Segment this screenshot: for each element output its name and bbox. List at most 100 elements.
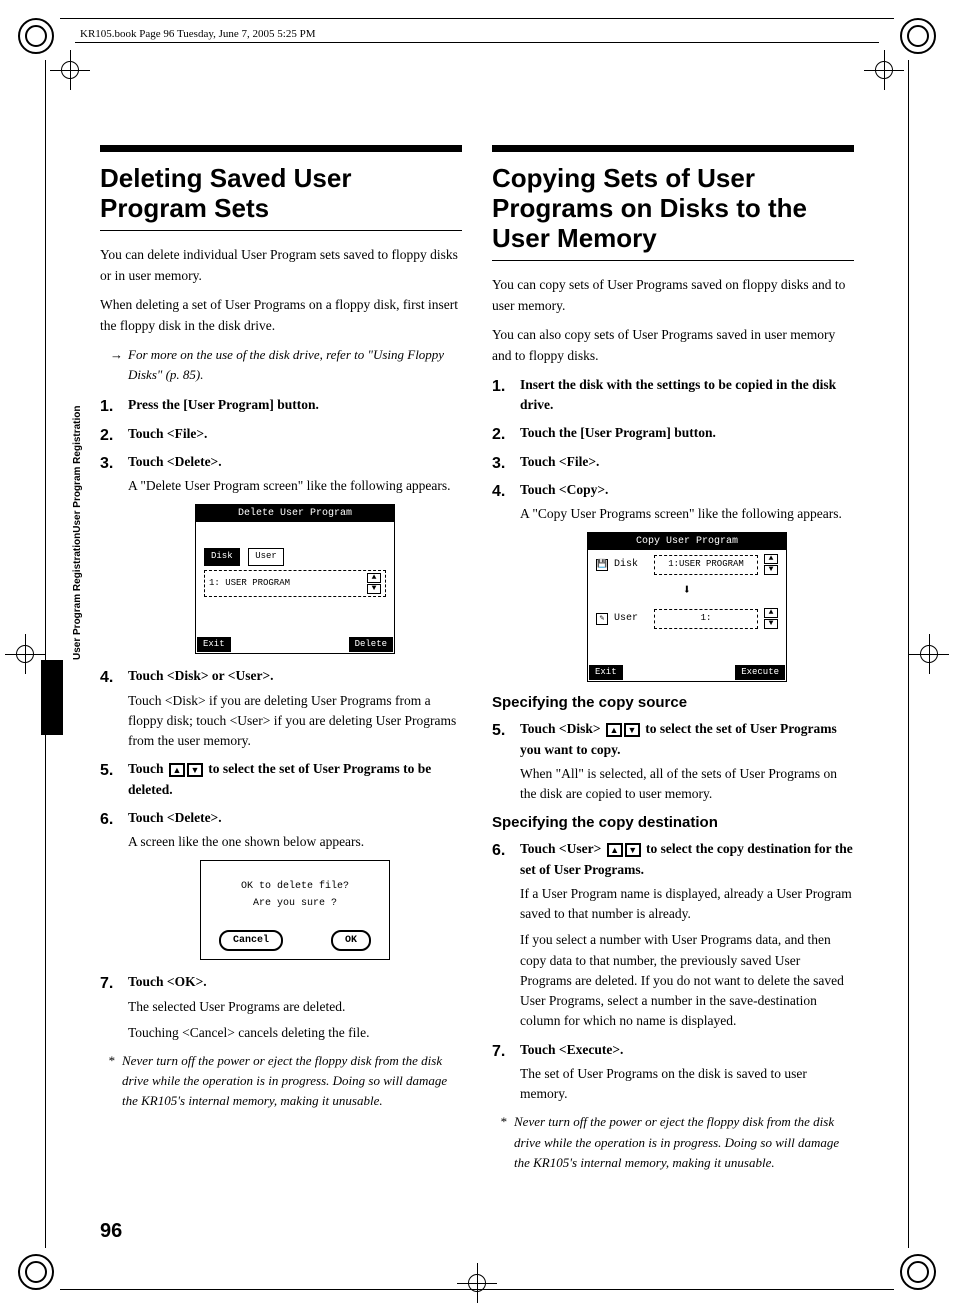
- subsection-heading: Specifying the copy source: [492, 694, 854, 711]
- left-column: Deleting Saved User Program Sets You can…: [100, 145, 462, 1181]
- step-text: Touch ▲▼ to select the set of User Progr…: [128, 759, 462, 800]
- down-arrow-icon: ⬇: [588, 579, 786, 604]
- rule: [492, 145, 854, 152]
- lcd-row-label: User: [614, 611, 648, 626]
- lcd-screenshot-delete: Delete User Program Disk User 1: USER PR…: [195, 504, 395, 654]
- lcd-screenshot-copy: Copy User Program 💾 Disk 1:USER PROGRAM …: [587, 532, 787, 682]
- step-text-part: Touch <Disk>: [520, 721, 604, 736]
- lcd-tab-user: User: [248, 548, 284, 566]
- step-item: Touch the [User Program] button.: [492, 423, 854, 443]
- lcd-row-value: 1:: [654, 609, 758, 629]
- step-body: When "All" is selected, all of the sets …: [520, 764, 854, 805]
- step-item: Touch ▲▼ to select the set of User Progr…: [100, 759, 462, 800]
- lcd-cancel-button: Cancel: [219, 930, 283, 951]
- step-list: Touch <User> ▲▼ to select the copy desti…: [492, 839, 854, 1104]
- step-item: Touch <File>.: [100, 424, 462, 444]
- step-body: The selected User Programs are deleted.: [128, 997, 462, 1017]
- footnote: Never turn off the power or eject the fl…: [100, 1051, 462, 1111]
- crop-line: [60, 1289, 894, 1290]
- step-text: Touch <Delete>.: [128, 452, 462, 472]
- body-text: You can delete individual User Program s…: [100, 245, 462, 287]
- up-down-arrows-icon: ▲▼: [367, 573, 381, 594]
- up-down-arrows-icon: ▲▼: [607, 843, 641, 857]
- step-body: Touch <Disk> if you are deleting User Pr…: [128, 691, 462, 752]
- corner-mark-icon: [18, 18, 54, 54]
- lcd-delete-button: Delete: [349, 637, 393, 653]
- step-item: Touch <File>.: [492, 452, 854, 472]
- crop-line: [908, 60, 909, 1248]
- section-heading: Copying Sets of User Programs on Disks t…: [492, 164, 854, 254]
- step-text-part: Touch: [128, 761, 167, 776]
- step-text-part: Touch <User>: [520, 841, 605, 856]
- rule: [100, 230, 462, 232]
- step-item: Touch <User> ▲▼ to select the copy desti…: [492, 839, 854, 1031]
- step-item: Touch <OK>. The selected User Programs a…: [100, 972, 462, 1043]
- lcd-screenshot-confirm: OK to delete file? Are you sure ? Cancel…: [200, 860, 390, 960]
- step-text: Touch the [User Program] button.: [520, 423, 854, 443]
- registration-mark-icon: [909, 634, 949, 674]
- step-body: A screen like the one shown below appear…: [128, 832, 462, 852]
- lcd-message: OK to delete file?: [201, 879, 389, 894]
- up-down-arrows-icon: ▲▼: [606, 723, 640, 737]
- step-text: Touch <Delete>.: [128, 808, 462, 828]
- right-column: Copying Sets of User Programs on Disks t…: [492, 145, 854, 1181]
- lcd-message: Are you sure ?: [201, 896, 389, 911]
- side-tab-label: User Program RegistrationUser Program Re…: [72, 405, 83, 660]
- lcd-field: 1: USER PROGRAM ▲▼: [204, 570, 386, 597]
- step-list: Press the [User Program] button. Touch <…: [100, 395, 462, 1043]
- step-body: A "Copy User Programs screen" like the f…: [520, 504, 854, 524]
- step-body: The set of User Programs on the disk is …: [520, 1064, 854, 1105]
- step-item: Touch <Disk> ▲▼ to select the set of Use…: [492, 719, 854, 804]
- step-item: Insert the disk with the settings to be …: [492, 375, 854, 416]
- step-body: If you select a number with User Program…: [520, 930, 854, 1031]
- memory-icon: ✎: [596, 613, 608, 625]
- disk-icon: 💾: [596, 559, 608, 571]
- lcd-row-value: 1:USER PROGRAM: [654, 555, 758, 575]
- registration-mark-icon: [5, 634, 45, 674]
- lcd-title: Copy User Program: [588, 533, 786, 550]
- step-text: Touch <OK>.: [128, 972, 462, 992]
- section-heading: Deleting Saved User Program Sets: [100, 164, 462, 224]
- step-body: A "Delete User Program screen" like the …: [128, 476, 462, 496]
- step-body: If a User Program name is displayed, alr…: [520, 884, 854, 925]
- step-text: Insert the disk with the settings to be …: [520, 375, 854, 416]
- rule: [492, 260, 854, 262]
- crop-line: [45, 60, 46, 1248]
- step-item: Touch <Execute>. The set of User Program…: [492, 1040, 854, 1105]
- body-text: You can also copy sets of User Programs …: [492, 325, 854, 367]
- corner-mark-icon: [18, 1254, 54, 1290]
- step-item: Touch <Delete>. A "Delete User Program s…: [100, 452, 462, 655]
- step-text: Touch <Copy>.: [520, 480, 854, 500]
- rule: [100, 145, 462, 152]
- step-text: Touch <File>.: [128, 424, 462, 444]
- lcd-execute-button: Execute: [735, 665, 785, 681]
- step-text: Touch <Disk> ▲▼ to select the set of Use…: [520, 719, 854, 760]
- body-text: You can copy sets of User Programs saved…: [492, 275, 854, 317]
- lcd-field-value: 1: USER PROGRAM: [209, 577, 290, 591]
- registration-mark-icon: [864, 50, 904, 90]
- step-list: Touch <Disk> ▲▼ to select the set of Use…: [492, 719, 854, 804]
- lcd-tab-disk: Disk: [204, 548, 240, 566]
- lcd-title: Delete User Program: [196, 505, 394, 522]
- corner-mark-icon: [900, 18, 936, 54]
- cross-reference: For more on the use of the disk drive, r…: [100, 345, 462, 385]
- lcd-ok-button: OK: [331, 930, 371, 951]
- registration-mark-icon: [50, 50, 90, 90]
- side-tab: [41, 660, 63, 735]
- step-text: Press the [User Program] button.: [128, 395, 462, 415]
- step-list: Insert the disk with the settings to be …: [492, 375, 854, 683]
- footnote: Never turn off the power or eject the fl…: [492, 1112, 854, 1172]
- up-down-arrows-icon: ▲▼: [764, 554, 778, 575]
- subsection-heading: Specifying the copy destination: [492, 814, 854, 831]
- page-number: 96: [100, 1220, 122, 1243]
- step-item: Touch <Disk> or <User>. Touch <Disk> if …: [100, 666, 462, 751]
- header-meta: KR105.book Page 96 Tuesday, June 7, 2005…: [80, 28, 316, 40]
- step-text: Touch <User> ▲▼ to select the copy desti…: [520, 839, 854, 880]
- lcd-exit-button: Exit: [589, 665, 623, 681]
- up-down-arrows-icon: ▲▼: [169, 763, 203, 777]
- registration-mark-icon: [457, 1263, 497, 1303]
- lcd-exit-button: Exit: [197, 637, 231, 653]
- up-down-arrows-icon: ▲▼: [764, 608, 778, 629]
- crop-line: [60, 18, 894, 19]
- step-text: Touch <Disk> or <User>.: [128, 666, 462, 686]
